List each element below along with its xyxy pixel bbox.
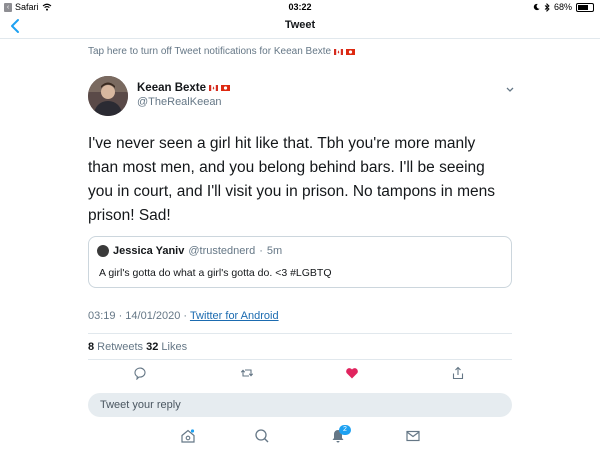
search-icon[interactable]	[254, 428, 270, 444]
quoted-author-name: Jessica Yaniv	[113, 245, 185, 257]
avatar-image	[88, 76, 128, 116]
status-right: 68%	[533, 2, 594, 12]
author-name[interactable]: Keean Bexte	[137, 82, 206, 94]
notification-toggle-banner[interactable]: Tap here to turn off Tweet notifications…	[88, 46, 356, 57]
tweet-actions	[88, 360, 512, 388]
hong-kong-flag-icon	[346, 48, 356, 55]
author-handle[interactable]: @TheRealKeean	[137, 96, 230, 108]
reply-icon[interactable]	[133, 366, 147, 380]
author-name-row: Keean Bexte	[137, 82, 231, 94]
tweet-stats: 8 Retweets 32 Likes	[88, 341, 187, 353]
status-time: 03:22	[288, 2, 312, 12]
tab-notifications[interactable]: 2	[330, 425, 351, 444]
quoted-tweet-text: A girl's gotta do what a girl's gotta do…	[99, 267, 332, 279]
quoted-author-handle: @trustednerd	[188, 245, 256, 257]
page-title: Tweet	[284, 19, 316, 31]
canada-flag-icon	[209, 85, 219, 91]
retweets-label: Retweets	[94, 341, 147, 353]
tweet-text: I've never seen a girl hit like that. Tb…	[88, 135, 496, 224]
quoted-tweet[interactable]: Jessica Yaniv @trustednerd · 5m A girl's…	[88, 236, 512, 288]
bluetooth-icon	[544, 2, 550, 12]
avatar[interactable]	[88, 76, 128, 116]
reply-input[interactable]	[88, 393, 500, 417]
home-icon[interactable]	[180, 428, 196, 444]
quoted-separator: ·	[259, 245, 263, 257]
hong-kong-flag-icon	[221, 85, 231, 91]
likes-label: Likes	[158, 341, 188, 353]
chevron-down-icon[interactable]	[505, 86, 515, 94]
canada-flag-icon	[334, 48, 344, 55]
author-block: Keean Bexte @TheRealKeean	[137, 82, 231, 108]
share-icon[interactable]	[451, 366, 465, 380]
retweets-stat[interactable]: 8 Retweets	[88, 341, 146, 353]
tab-bar: 2	[0, 420, 600, 450]
quoted-time: 5m	[266, 245, 283, 257]
messages-icon[interactable]	[405, 428, 421, 444]
divider	[88, 333, 512, 334]
battery-icon	[576, 2, 594, 12]
reply-bar[interactable]	[88, 393, 512, 417]
battery-fill	[578, 4, 588, 10]
like-icon[interactable]	[345, 366, 359, 380]
moon-icon	[533, 3, 540, 11]
notifications-badge: 2	[339, 425, 351, 435]
tweet-timestamp: 03:19 · 14/01/2020 ·	[88, 310, 190, 322]
tweet-meta: 03:19 · 14/01/2020 · Twitter for Android	[88, 310, 279, 322]
notification-banner-text[interactable]: Tap here to turn off Tweet notifications…	[88, 46, 331, 57]
likes-stat[interactable]: 32 Likes	[146, 341, 187, 353]
tweet-source-link[interactable]: Twitter for Android	[190, 310, 279, 322]
retweet-icon[interactable]	[240, 366, 254, 380]
quoted-tweet-header: Jessica Yaniv @trustednerd · 5m	[97, 245, 282, 257]
nav-bar: Tweet	[0, 14, 600, 39]
quoted-avatar	[97, 245, 109, 257]
battery-percent: 68%	[553, 2, 572, 12]
status-bar: ‹ Safari 03:22 68%	[0, 0, 600, 14]
likes-count: 32	[146, 341, 159, 353]
